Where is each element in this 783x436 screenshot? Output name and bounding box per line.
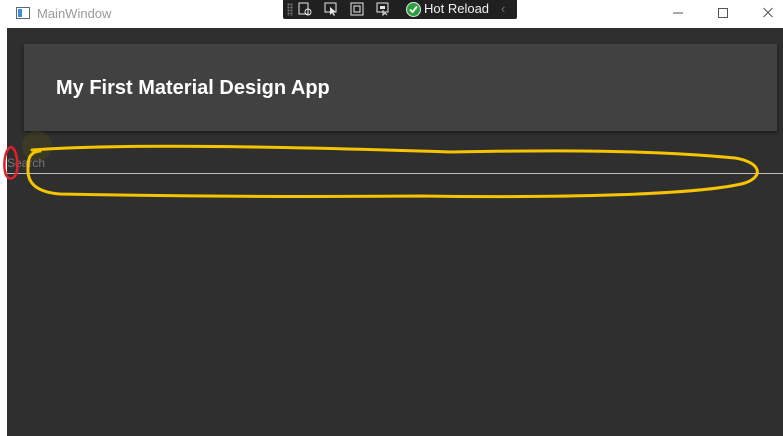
close-button[interactable] [758,4,778,22]
app-bar-title: My First Material Design App [56,77,330,99]
maximize-button[interactable] [713,4,733,22]
hot-reload-label[interactable]: Hot Reload [424,1,489,17]
hot-reload-status-icon [406,2,421,17]
maximize-icon [718,8,728,18]
app-window-icon [16,7,30,19]
toolbar-grip-handle[interactable] [287,3,293,16]
minimize-icon [673,12,683,14]
select-element-icon[interactable] [324,2,339,16]
minimize-button[interactable] [668,4,688,22]
chevron-left-icon[interactable]: ‹ [501,1,505,16]
xaml-debug-toolbar: Hot Reload ‹ [283,0,517,19]
display-layout-adorners-icon[interactable] [350,2,365,16]
track-focus-icon[interactable] [376,2,391,17]
window-left-border [0,28,7,436]
close-icon [763,7,773,18]
live-visual-tree-icon[interactable] [298,2,313,16]
search-input[interactable] [7,150,783,174]
window-title: MainWindow [37,6,112,21]
window-title-bar[interactable]: MainWindow Hot Reload ‹ [0,0,783,29]
app-bar: My First Material Design App [24,44,777,131]
